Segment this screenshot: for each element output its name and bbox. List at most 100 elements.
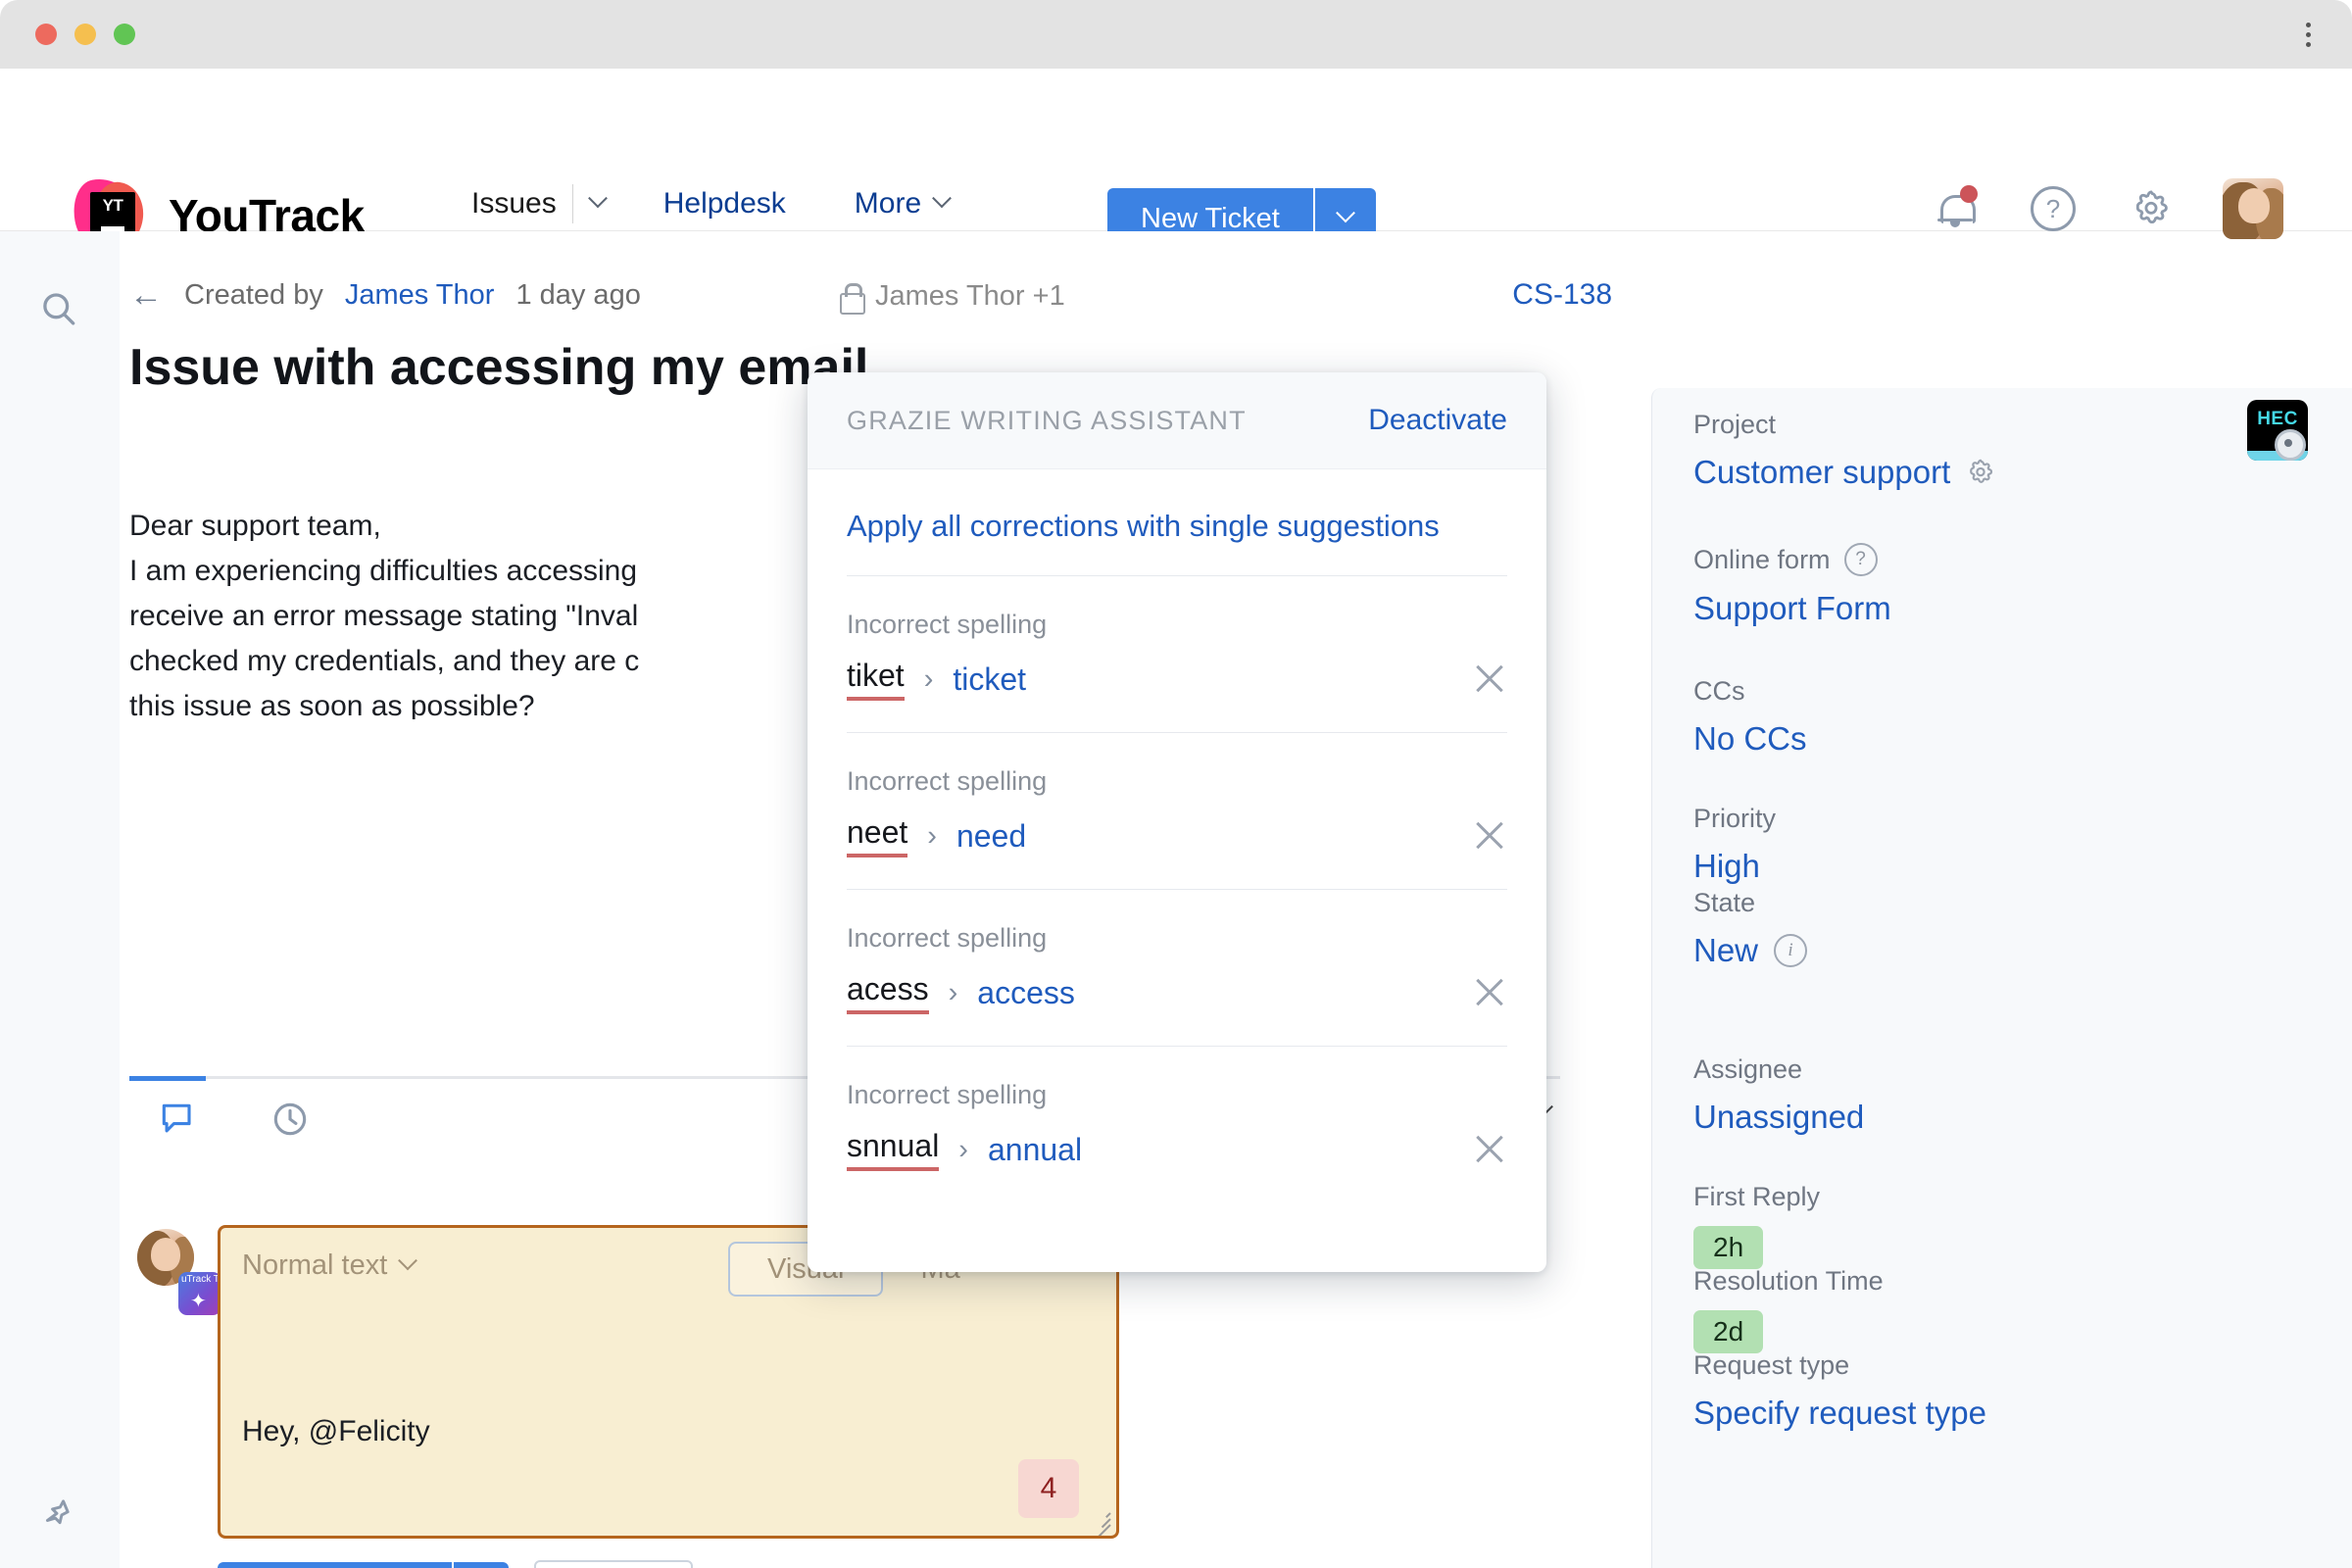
suggestion-type: Incorrect spelling: [847, 766, 1048, 796]
issue-details-sidebar: HEC Project Customer support Online form…: [1651, 388, 2352, 1568]
tab-history[interactable]: [269, 1098, 312, 1146]
suggestion-row: snnual › annual: [847, 1128, 1507, 1171]
tab-comments[interactable]: [157, 1098, 200, 1146]
field-project-value[interactable]: Customer support: [1693, 454, 1950, 491]
issue-visibility-label: James Thor +1: [875, 280, 1065, 312]
chevron-right-icon: ›: [958, 1133, 968, 1165]
field-priority-value[interactable]: High: [1693, 848, 1776, 885]
help-button[interactable]: ?: [2027, 182, 2080, 235]
field-online-form-label: Online form: [1693, 544, 1831, 574]
suggestion-type: Incorrect spelling: [847, 610, 1048, 639]
chevron-down-icon: [932, 188, 953, 209]
active-tab-indicator: [129, 1076, 206, 1081]
field-project-value-row: Customer support: [1693, 454, 1995, 491]
project-logo-icon: HEC: [2247, 400, 2308, 461]
field-priority: Priority High: [1693, 804, 1776, 885]
maximize-window-button[interactable]: [114, 24, 135, 45]
clock-icon: [273, 1102, 307, 1136]
back-arrow-icon[interactable]: ←: [129, 278, 163, 312]
info-icon[interactable]: i: [1774, 934, 1808, 967]
nav-item-helpdesk[interactable]: Helpdesk: [638, 189, 811, 219]
add-comment-button-group: Add comment: [218, 1562, 509, 1568]
suggestion-replacement-word[interactable]: ticket: [953, 662, 1026, 698]
grazie-deactivate-link[interactable]: Deactivate: [1368, 404, 1507, 437]
add-comment-button[interactable]: Add comment: [218, 1562, 452, 1568]
add-comment-dropdown-button[interactable]: [453, 1562, 509, 1568]
field-ccs-label: CCs: [1693, 676, 1745, 706]
suggestion-replacement-word[interactable]: access: [977, 975, 1075, 1011]
field-online-form-label-row: Online form ?: [1693, 543, 1891, 576]
field-project-label: Project: [1693, 410, 1777, 439]
notifications-button[interactable]: [1929, 182, 1982, 235]
settings-gear-icon: [2135, 190, 2168, 224]
field-state: State New i: [1693, 888, 1808, 969]
grazie-apply-all-link[interactable]: Apply all corrections with single sugges…: [808, 469, 1546, 544]
comment-line-1: Hey, @Felicity: [242, 1415, 430, 1447]
window-titlebar: [0, 0, 2352, 69]
search-icon: [43, 293, 75, 325]
comment-actions: Add comment Cancel: [218, 1560, 694, 1568]
pin-button[interactable]: [37, 1495, 80, 1544]
window-traffic-lights: [35, 24, 135, 45]
close-window-button[interactable]: [35, 24, 57, 45]
minimize-window-button[interactable]: [74, 24, 96, 45]
suggestion-type: Incorrect spelling: [847, 923, 1048, 953]
field-state-value[interactable]: New: [1693, 932, 1758, 969]
settings-gear-icon[interactable]: [1966, 458, 1995, 487]
field-state-value-row: New i: [1693, 932, 1808, 969]
nav-item-issues[interactable]: Issues: [446, 189, 572, 219]
cancel-button[interactable]: Cancel: [533, 1560, 694, 1568]
dismiss-suggestion-icon[interactable]: [1472, 1132, 1507, 1167]
issue-author-link[interactable]: James Thor: [345, 279, 495, 312]
chevron-down-icon: [1335, 203, 1355, 223]
field-priority-label: Priority: [1693, 804, 1777, 833]
suggestion-replacement-word[interactable]: annual: [988, 1132, 1082, 1168]
field-ccs-value[interactable]: No CCs: [1693, 720, 1807, 758]
pin-icon: [45, 1499, 70, 1525]
field-first-reply-value: 2h: [1693, 1226, 1764, 1269]
help-icon: ?: [2031, 186, 2076, 231]
field-state-label: State: [1693, 888, 1756, 917]
top-navigation-bar: YT YouTrack Issues Helpdesk More New Tic…: [0, 69, 2352, 258]
text-style-dropdown[interactable]: Normal text: [242, 1250, 418, 1282]
project-logo-text: HEC: [2257, 409, 2298, 429]
grazie-writing-assistant-popup: GRAZIE WRITING ASSISTANT Deactivate Appl…: [808, 372, 1546, 1272]
nav-item-helpdesk-label: Helpdesk: [662, 187, 786, 220]
dismiss-suggestion-icon[interactable]: [1472, 975, 1507, 1010]
issue-id[interactable]: CS-138: [1512, 278, 1612, 312]
grazie-suggestion-item: Incorrect spelling snnual › annual: [847, 1047, 1507, 1171]
left-rail: [0, 231, 121, 1568]
suggestion-count-badge[interactable]: 4: [1018, 1459, 1079, 1518]
suggestion-replacement-word[interactable]: need: [956, 818, 1026, 855]
chevron-down-icon: [587, 188, 608, 209]
field-resolution-time-value: 2d: [1693, 1310, 1764, 1353]
field-request-type-value[interactable]: Specify request type: [1693, 1395, 1986, 1432]
field-online-form-value[interactable]: Support Form: [1693, 590, 1891, 627]
grazie-suggestion-list: Incorrect spelling tiket › ticket Incorr…: [808, 575, 1546, 1171]
suggestion-row: acess › access: [847, 971, 1507, 1014]
comment-text-body[interactable]: Hey, @Felicity I appreciate if you could…: [242, 1318, 1104, 1536]
search-button[interactable]: [37, 288, 80, 336]
lock-icon: [840, 282, 865, 315]
field-assignee-value[interactable]: Unassigned: [1693, 1099, 1864, 1136]
help-icon[interactable]: ?: [1843, 543, 1878, 576]
dismiss-suggestion-icon[interactable]: [1472, 818, 1507, 854]
issue-visibility[interactable]: James Thor +1: [840, 280, 1065, 315]
field-project: Project Customer support: [1693, 410, 1995, 491]
button-divider: [451, 1562, 454, 1568]
field-first-reply-label: First Reply: [1693, 1182, 1821, 1211]
nav-item-more[interactable]: More: [811, 188, 974, 219]
user-avatar[interactable]: [2223, 178, 2283, 239]
youtrack-ai-badge-icon: uTrack T ✦: [178, 1272, 221, 1315]
settings-button[interactable]: [2125, 182, 2178, 235]
editor-resize-handle[interactable]: [1085, 1506, 1111, 1536]
kebab-menu-icon[interactable]: [2293, 14, 2323, 55]
comment-editor[interactable]: Normal text Visual Ma Hey, @Felicity I a…: [218, 1225, 1119, 1539]
field-assignee: Assignee Unassigned: [1693, 1054, 1864, 1136]
nav-issues-dropdown[interactable]: [573, 188, 638, 211]
notification-badge: [1960, 185, 1978, 203]
nav-item-issues-label: Issues: [471, 187, 557, 220]
suggestion-type: Incorrect spelling: [847, 1080, 1048, 1109]
dismiss-suggestion-icon[interactable]: [1472, 662, 1507, 697]
grazie-suggestion-item: Incorrect spelling tiket › ticket: [847, 576, 1507, 701]
